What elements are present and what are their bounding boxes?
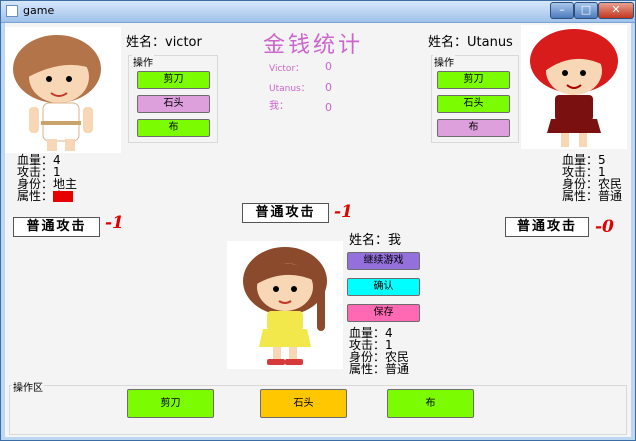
victor-name-label: 姓名：victor — [126, 35, 202, 50]
victor-ops-title: 操作 — [132, 54, 154, 69]
victor-attr: 属性：火 — [17, 189, 74, 203]
title-bar[interactable]: game – □ ✕ — [1, 1, 635, 23]
me-money-label: 我： — [269, 101, 289, 112]
utanus-money-label: Utanus： — [269, 84, 310, 94]
me-money-value: 0 — [325, 101, 332, 114]
victor-attr-value: 火 — [53, 190, 74, 202]
paper-button[interactable]: 布 — [387, 389, 474, 418]
utanus-paper-button[interactable]: 布 — [437, 119, 510, 137]
money-title: 金钱统计 — [263, 33, 364, 58]
maximize-button[interactable]: □ — [574, 2, 598, 19]
save-button[interactable]: 保存 — [347, 304, 420, 322]
confirm-button[interactable]: 确认 — [347, 278, 420, 296]
utanus-rock-button[interactable]: 石头 — [437, 95, 510, 113]
victor-money-label: Victor： — [269, 64, 305, 74]
continue-game-button[interactable]: 继续游戏 — [347, 252, 420, 270]
utanus-name-label: 姓名：Utanus — [428, 35, 513, 50]
minimize-button[interactable]: – — [550, 2, 574, 19]
rock-button[interactable]: 石头 — [260, 389, 347, 418]
operation-area-title: 操作区 — [12, 379, 44, 394]
victor-delta: -1 — [105, 213, 124, 233]
victor-avatar — [5, 27, 121, 153]
utanus-ops-title: 操作 — [433, 54, 455, 69]
utanus-attr: 属性：普通 — [562, 189, 623, 203]
victor-rock-button[interactable]: 石头 — [137, 95, 210, 113]
me-attr: 属性：普通 — [349, 362, 410, 376]
me-avatar — [227, 241, 343, 369]
utanus-delta: -0 — [595, 217, 614, 237]
game-window: game – □ ✕ 姓名：victor 操作 剪刀 石头 布 金钱统计 Vic… — [0, 0, 636, 441]
center-attack-button[interactable]: 普通攻击 — [242, 203, 329, 223]
victor-scissors-button[interactable]: 剪刀 — [137, 71, 210, 89]
scissors-button[interactable]: 剪刀 — [127, 389, 214, 418]
app-icon — [6, 5, 18, 17]
victor-attr-label: 属性： — [17, 189, 54, 203]
client-area: 姓名：victor 操作 剪刀 石头 布 金钱统计 Victor： 0 Utan… — [5, 23, 631, 437]
utanus-attack-button[interactable]: 普通攻击 — [505, 217, 589, 237]
center-delta: -1 — [334, 202, 353, 222]
victor-attack-button[interactable]: 普通攻击 — [13, 217, 100, 237]
window-title: game — [23, 4, 55, 17]
close-button[interactable]: ✕ — [598, 2, 634, 19]
victor-money-value: 0 — [325, 60, 332, 73]
utanus-scissors-button[interactable]: 剪刀 — [437, 71, 510, 89]
utanus-avatar — [521, 25, 627, 149]
victor-paper-button[interactable]: 布 — [137, 119, 210, 137]
utanus-money-value: 0 — [325, 81, 332, 94]
me-name-label: 姓名：我 — [349, 233, 402, 248]
